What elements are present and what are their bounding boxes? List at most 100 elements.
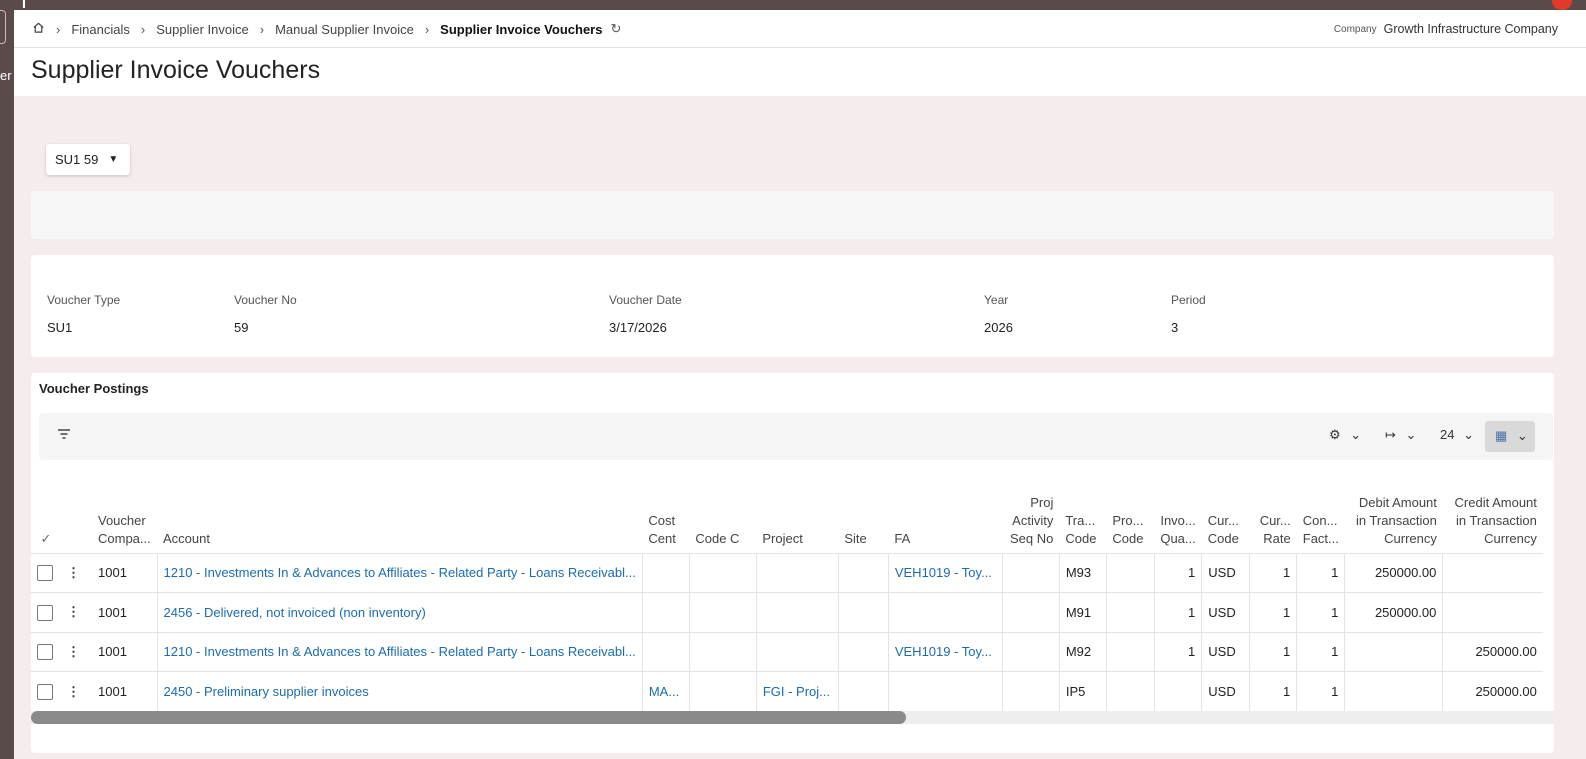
cell-rate: 1 xyxy=(1249,671,1297,711)
refresh-icon[interactable]: ↻ xyxy=(610,21,621,37)
col-conv-factor[interactable]: Con... Fact... xyxy=(1297,483,1345,553)
cell-credit xyxy=(1442,552,1543,593)
col-proj-activity[interactable]: Proj Activity Seq No xyxy=(1002,483,1059,553)
col-currency-code[interactable]: Cur... Code xyxy=(1202,483,1250,553)
home-icon[interactable] xyxy=(32,21,45,37)
cell-account-link[interactable]: 2450 - Preliminary supplier invoices xyxy=(156,671,643,711)
chevron-down-icon: ⌄ xyxy=(1463,427,1474,442)
row-menu-icon[interactable]: ⋮ xyxy=(61,671,92,711)
grid-view-icon: ▦ xyxy=(1495,428,1508,443)
cell-project xyxy=(755,552,839,593)
row-menu-icon[interactable]: ⋮ xyxy=(61,631,92,672)
cell-rate: 1 xyxy=(1249,552,1297,593)
cell-fa-link xyxy=(887,671,1003,711)
breadcrumb-item-financials[interactable]: Financials xyxy=(71,22,130,37)
row-menu-icon[interactable]: ⋮ xyxy=(61,592,92,632)
col-project[interactable]: Project xyxy=(756,483,838,553)
cell-project xyxy=(755,631,839,672)
voucher-selector-value: SU1 59 xyxy=(55,152,99,167)
breadcrumb-bar: › Financials › Supplier Invoice › Manual… xyxy=(14,10,1586,48)
col-site[interactable]: Site xyxy=(838,483,888,553)
filter-icon[interactable] xyxy=(57,427,71,444)
select-all-checkmark[interactable]: ✓ xyxy=(31,483,61,553)
cell-code-c xyxy=(688,631,757,672)
chevron-right-icon: › xyxy=(56,21,61,37)
field-label: Period xyxy=(1171,293,1206,307)
company-value: Growth Infrastructure Company xyxy=(1383,22,1558,36)
field-value: 59 xyxy=(234,320,249,335)
cell-company: 1001 xyxy=(92,631,157,672)
cell-account-link[interactable]: 1210 - Investments In & Advances to Affi… xyxy=(156,631,643,672)
cell-account-link[interactable]: 1210 - Investments In & Advances to Affi… xyxy=(156,552,643,593)
table-row[interactable]: ⋮ 1001 1210 - Investments In & Advances … xyxy=(31,552,1543,593)
view-mode-dropdown[interactable]: ▦ ⌄ xyxy=(1485,421,1535,452)
cell-fa-link[interactable]: VEH1019 - Toy... xyxy=(887,552,1003,593)
cell-cost-center[interactable]: MA... xyxy=(641,671,690,711)
cell-company: 1001 xyxy=(92,552,157,593)
chevron-down-icon: ⌄ xyxy=(1516,428,1528,443)
col-voucher-company[interactable]: Voucher Compa... xyxy=(92,483,157,553)
year-field: Year 2026 xyxy=(984,293,1013,335)
row-checkbox[interactable] xyxy=(31,592,61,632)
col-code-c[interactable]: Code C xyxy=(689,483,756,553)
voucher-type-field: Voucher Type SU1 xyxy=(47,293,120,335)
cell-pro-code xyxy=(1105,552,1155,593)
row-checkbox[interactable] xyxy=(31,552,61,593)
col-fa[interactable]: FA xyxy=(888,483,1002,553)
cell-rate: 1 xyxy=(1249,631,1297,672)
breadcrumb-current: Supplier Invoice Vouchers xyxy=(440,21,603,37)
col-trans-code[interactable]: Tra... Code xyxy=(1059,483,1106,553)
cell-trans-code: M91 xyxy=(1058,592,1107,632)
cell-currency: USD xyxy=(1201,671,1250,711)
col-account[interactable]: Account xyxy=(157,483,642,553)
field-label: Year xyxy=(984,293,1009,307)
settings-dropdown[interactable]: ⚙ ⌄ xyxy=(1329,427,1361,443)
breadcrumb-item-supplier-invoice[interactable]: Supplier Invoice xyxy=(156,22,249,37)
caret-down-icon: ▼ xyxy=(108,154,119,165)
company-indicator[interactable]: Company Growth Infrastructure Company xyxy=(1334,22,1558,36)
horizontal-scrollbar[interactable] xyxy=(31,711,1554,724)
voucher-no-field: Voucher No 59 xyxy=(234,293,297,335)
cell-project xyxy=(755,592,839,632)
field-label: Voucher Type xyxy=(47,293,121,307)
cell-factor: 1 xyxy=(1296,592,1345,632)
cell-pro-code xyxy=(1105,671,1155,711)
cell-account-link[interactable]: 2456 - Delivered, not invoiced (non inve… xyxy=(156,592,643,632)
column-fit-dropdown[interactable]: ↦ ⌄ xyxy=(1385,427,1416,443)
cell-debit: 250000.00 xyxy=(1344,552,1443,593)
row-checkbox[interactable] xyxy=(31,631,61,672)
cell-project[interactable]: FGI - Proj... xyxy=(755,671,839,711)
notification-badge[interactable] xyxy=(1552,0,1572,10)
cell-code-c xyxy=(688,552,757,593)
row-checkbox[interactable] xyxy=(31,671,61,711)
nav-collapsed-button[interactable] xyxy=(0,10,6,44)
voucher-selector[interactable]: SU1 59 ▼ xyxy=(46,144,130,175)
cell-factor: 1 xyxy=(1296,552,1345,593)
page-header: Supplier Invoice Vouchers xyxy=(14,48,1586,96)
cell-trans-code: IP5 xyxy=(1058,671,1107,711)
postings-grid: ✓ Voucher Compa... Account Cost Cent Code … xyxy=(31,483,1543,711)
row-menu-icon[interactable]: ⋮ xyxy=(61,552,92,593)
grid-toolbar: ⚙ ⌄ ↦ ⌄ 24 ⌄ ▦ ⌄ xyxy=(39,413,1553,460)
left-nav-strip: er xyxy=(0,10,14,759)
col-currency-rate[interactable]: Cur... Rate xyxy=(1250,483,1297,553)
col-cost-center[interactable]: Cost Cent xyxy=(642,483,689,553)
nav-fragment-text: er xyxy=(0,68,12,83)
cell-code-c xyxy=(688,671,757,711)
cell-factor: 1 xyxy=(1296,631,1345,672)
col-debit-amount[interactable]: Debit Amount in Transaction Currency xyxy=(1345,483,1443,553)
col-credit-amount[interactable]: Credit Amount in Transaction Currency xyxy=(1443,483,1543,553)
table-row[interactable]: ⋮ 1001 1210 - Investments In & Advances … xyxy=(31,631,1543,672)
col-pro-code[interactable]: Pro... Code xyxy=(1106,483,1154,553)
table-row[interactable]: ⋮ 1001 2450 - Preliminary supplier invoi… xyxy=(31,671,1543,711)
table-row[interactable]: ⋮ 1001 2456 - Delivered, not invoiced (n… xyxy=(31,592,1543,632)
cell-fa-link[interactable]: VEH1019 - Toy... xyxy=(887,631,1003,672)
page-title: Supplier Invoice Vouchers xyxy=(31,56,321,84)
cell-debit xyxy=(1344,671,1443,711)
scrollbar-thumb[interactable] xyxy=(31,711,906,724)
col-invoice-qty[interactable]: Invo... Qua... xyxy=(1154,483,1201,553)
breadcrumb-item-manual-supplier-invoice[interactable]: Manual Supplier Invoice xyxy=(275,22,414,37)
page-size-dropdown[interactable]: 24 ⌄ xyxy=(1440,427,1474,443)
cell-fa-link[interactable] xyxy=(887,592,1003,632)
voucher-header-panel: Voucher Type SU1 Voucher No 59 Voucher D… xyxy=(31,255,1554,357)
